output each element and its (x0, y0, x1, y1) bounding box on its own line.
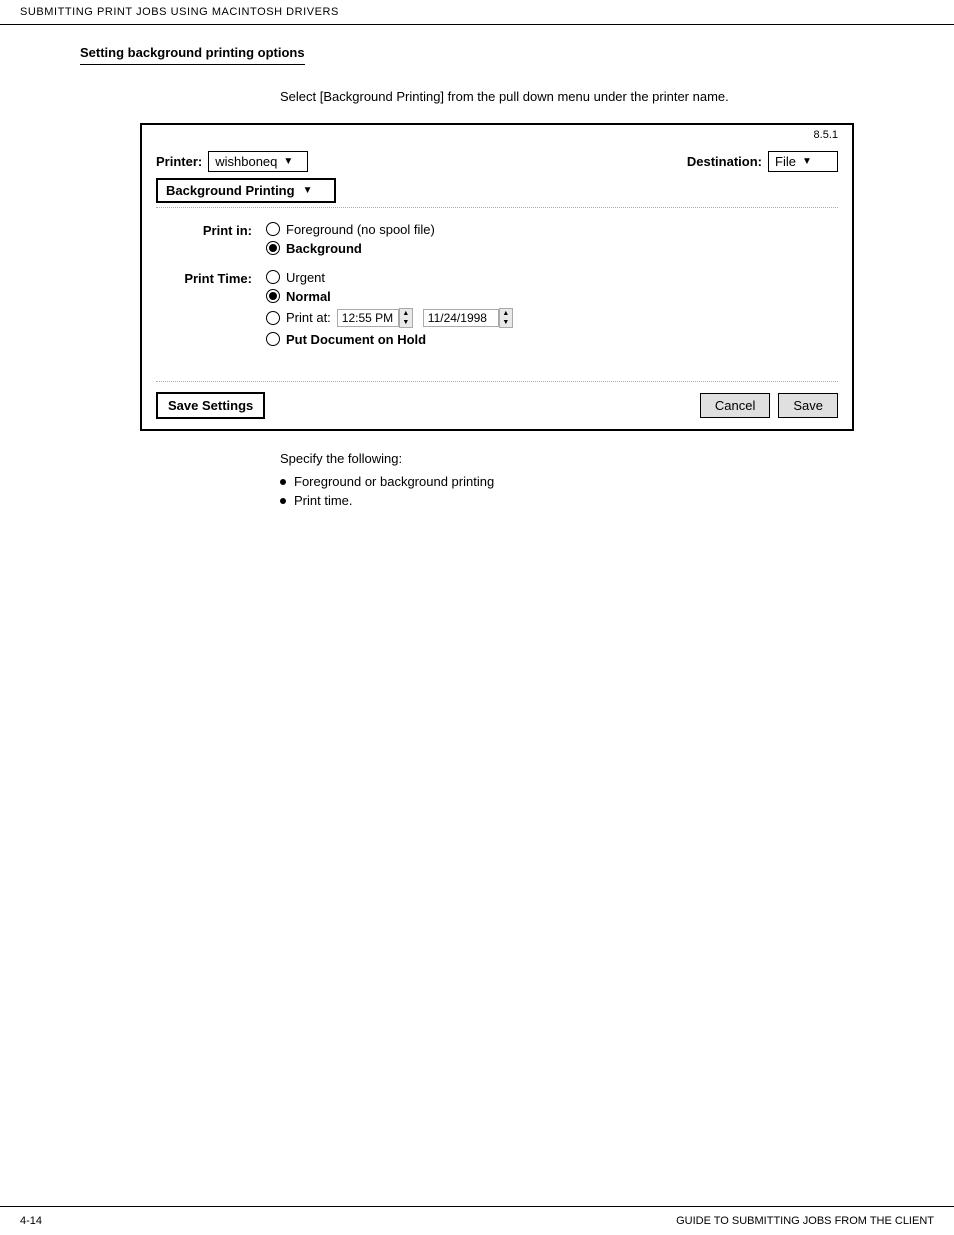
radio-hold-circle (266, 332, 280, 346)
destination-arrow-icon: ▼ (802, 156, 812, 167)
printer-label: Printer: (156, 154, 202, 169)
radio-foreground-circle (266, 222, 280, 236)
date-stepper-up[interactable]: ▲ (500, 309, 512, 318)
radio-foreground-label: Foreground (no spool file) (286, 222, 435, 237)
time-stepper: ▲ ▼ (399, 308, 413, 328)
radio-print-at-label: Print at: (286, 310, 331, 325)
radio-print-at-circle (266, 311, 280, 325)
main-content: Setting background printing options Sele… (0, 25, 954, 1206)
time-input-group: ▲ ▼ (337, 308, 413, 328)
bullet-item-foreground-text: Foreground or background printing (294, 474, 494, 489)
bullet-item-time-text: Print time. (294, 493, 353, 508)
date-input[interactable] (423, 309, 499, 327)
specify-section: Specify the following: Foreground or bac… (280, 451, 874, 508)
footer-left: 4-14 (20, 1215, 42, 1227)
print-time-group: Print Time: Urgent Normal (176, 270, 818, 347)
page-container: SUBMITTING PRINT JOBS USING MACINTOSH DR… (0, 0, 954, 1235)
radio-hold[interactable]: Put Document on Hold (266, 332, 513, 347)
bg-printing-row: Background Printing ▼ (142, 178, 852, 207)
section-title: Setting background printing options (80, 45, 305, 65)
save-settings-button[interactable]: Save Settings (156, 392, 265, 419)
time-stepper-down[interactable]: ▼ (400, 318, 412, 327)
printer-value: wishboneq (215, 154, 277, 169)
print-time-choices: Urgent Normal Print at: (266, 270, 513, 347)
destination-section: Destination: File ▼ (687, 151, 838, 172)
bullet-item-foreground: Foreground or background printing (280, 474, 874, 489)
radio-urgent-circle (266, 270, 280, 284)
date-input-group: ▲ ▼ (423, 308, 513, 328)
radio-background-label: Background (286, 241, 362, 256)
dialog-content-area: Print in: Foreground (no spool file) Bac… (156, 207, 838, 382)
version-text: 8.5.1 (814, 129, 838, 141)
radio-normal-circle (266, 289, 280, 303)
footer-right: GUIDE TO SUBMITTING JOBS FROM THE CLIENT (676, 1215, 934, 1227)
bg-printing-arrow-icon: ▼ (303, 185, 313, 196)
print-in-choices: Foreground (no spool file) Background (266, 222, 435, 256)
bg-printing-dropdown[interactable]: Background Printing ▼ (156, 178, 336, 203)
destination-value: File (775, 154, 796, 169)
time-input[interactable] (337, 309, 399, 327)
dialog-header-row: Printer: wishboneq ▼ Destination: File ▼ (142, 141, 852, 178)
bg-printing-label: Background Printing (166, 183, 295, 198)
printer-dropdown[interactable]: wishboneq ▼ (208, 151, 308, 172)
radio-normal-label: Normal (286, 289, 331, 304)
print-in-label: Print in: (176, 222, 266, 256)
bullet-list: Foreground or background printing Print … (280, 474, 874, 508)
page-header: SUBMITTING PRINT JOBS USING MACINTOSH DR… (0, 0, 954, 25)
page-footer: 4-14 GUIDE TO SUBMITTING JOBS FROM THE C… (0, 1206, 954, 1235)
radio-normal[interactable]: Normal (266, 289, 513, 304)
dialog-wrapper: 8.5.1 Printer: wishboneq ▼ Destination: (140, 123, 854, 431)
destination-dropdown[interactable]: File ▼ (768, 151, 838, 172)
radio-foreground[interactable]: Foreground (no spool file) (266, 222, 435, 237)
dialog-box: 8.5.1 Printer: wishboneq ▼ Destination: (140, 123, 854, 431)
dialog-footer: Save Settings Cancel Save (142, 382, 852, 429)
bullet-dot-icon-2 (280, 498, 286, 504)
date-stepper-down[interactable]: ▼ (500, 318, 512, 327)
cancel-button[interactable]: Cancel (700, 393, 770, 418)
bullet-dot-icon (280, 479, 286, 485)
footer-right-buttons: Cancel Save (700, 393, 838, 418)
dialog-version-row: 8.5.1 (142, 125, 852, 141)
intro-text: Select [Background Printing] from the pu… (280, 87, 874, 107)
date-stepper: ▲ ▼ (499, 308, 513, 328)
print-time-label: Print Time: (176, 270, 266, 347)
save-button[interactable]: Save (778, 393, 838, 418)
printer-arrow-icon: ▼ (283, 156, 293, 167)
bullet-item-time: Print time. (280, 493, 874, 508)
printer-section: Printer: wishboneq ▼ (156, 151, 308, 172)
print-in-group: Print in: Foreground (no spool file) Bac… (176, 222, 818, 256)
specify-intro: Specify the following: (280, 451, 874, 466)
radio-background[interactable]: Background (266, 241, 435, 256)
radio-hold-label: Put Document on Hold (286, 332, 426, 347)
header-text: SUBMITTING PRINT JOBS USING MACINTOSH DR… (20, 6, 339, 18)
destination-label: Destination: (687, 154, 762, 169)
radio-print-at[interactable]: Print at: ▲ ▼ (266, 308, 513, 328)
time-stepper-up[interactable]: ▲ (400, 309, 412, 318)
radio-background-circle (266, 241, 280, 255)
radio-urgent[interactable]: Urgent (266, 270, 513, 285)
radio-urgent-label: Urgent (286, 270, 325, 285)
